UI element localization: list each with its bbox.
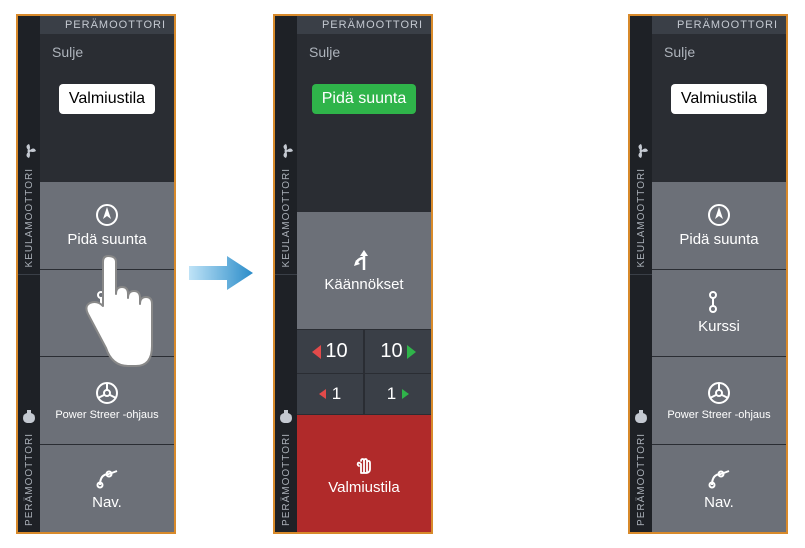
compass-icon	[95, 203, 119, 227]
hand-icon	[352, 451, 376, 475]
panel-2: KEULAMOOTTORI PERÄMOOTTORI PERÄMOOTTORI …	[273, 14, 433, 534]
btn-label: Kurssi	[698, 318, 740, 335]
sidebar-sec-bow[interactable]: KEULAMOOTTORI	[275, 16, 297, 274]
step-left-10-button[interactable]: 10	[297, 329, 363, 373]
panel-header: PERÄMOOTTORI	[652, 16, 786, 34]
sidebar-sec-bow[interactable]: KEULAMOOTTORI	[630, 16, 652, 274]
sidebar-sec-stern[interactable]: PERÄMOOTTORI	[18, 274, 40, 533]
turns-icon	[352, 248, 376, 272]
panel-1: KEULAMOOTTORI PERÄMOOTTORI PERÄMOOTTORI …	[16, 14, 176, 534]
mode-pill: Valmiustila	[59, 84, 155, 114]
btn-label: Power Streer -ohjaus	[55, 409, 158, 421]
sidebar-label-bow: KEULAMOOTTORI	[24, 168, 35, 268]
sidebar-sec-stern[interactable]: PERÄMOOTTORI	[630, 274, 652, 533]
btn-label: K	[102, 318, 112, 335]
btn-label: Nav.	[92, 494, 122, 511]
compass-icon	[707, 203, 731, 227]
triangle-right-icon	[402, 389, 409, 399]
sidebar: KEULAMOOTTORI PERÄMOOTTORI	[275, 16, 297, 532]
triangle-right-icon	[407, 345, 416, 359]
turns-button[interactable]: Käännökset	[297, 211, 431, 329]
sidebar: KEULAMOOTTORI PERÄMOOTTORI	[630, 16, 652, 532]
sidebar-label-bow: KEULAMOOTTORI	[281, 168, 292, 268]
sidebar-label-bow: KEULAMOOTTORI	[636, 168, 647, 268]
panel-main: PERÄMOOTTORI Sulje Pidä suunta Käännökse…	[297, 16, 431, 532]
route-icon	[95, 290, 119, 314]
panel-3: KEULAMOOTTORI PERÄMOOTTORI PERÄMOOTTORI …	[628, 14, 788, 534]
mode-pill: Valmiustila	[671, 84, 767, 114]
sidebar-label-stern: PERÄMOOTTORI	[24, 433, 35, 526]
outboard-icon	[633, 408, 649, 427]
panel-header: PERÄMOOTTORI	[297, 16, 431, 34]
sidebar-sec-stern[interactable]: PERÄMOOTTORI	[275, 274, 297, 533]
sidebar-label-stern: PERÄMOOTTORI	[636, 433, 647, 526]
panel-main: PERÄMOOTTORI Sulje Valmiustila Pidä suun…	[40, 16, 174, 532]
btn-label: Pidä suunta	[679, 231, 758, 248]
value: 10	[325, 340, 347, 363]
outboard-icon	[278, 408, 294, 427]
standby-button[interactable]: Valmiustila	[297, 414, 431, 532]
value: 10	[380, 340, 402, 363]
triangle-left-icon	[312, 345, 321, 359]
propeller-icon	[21, 143, 37, 162]
panel-main: PERÄMOOTTORI Sulje Valmiustila Pidä suun…	[652, 16, 786, 532]
arrow-icon	[187, 248, 257, 298]
close-button[interactable]: Sulje	[297, 34, 431, 70]
sidebar-label-stern: PERÄMOOTTORI	[281, 433, 292, 526]
step-right-10-button[interactable]: 10	[365, 329, 431, 373]
btn-label: Power Streer -ohjaus	[667, 409, 770, 421]
hold-heading-button[interactable]: Pidä suunta	[652, 181, 786, 269]
btn-label: Käännökset	[324, 276, 403, 293]
triangle-left-icon	[319, 389, 326, 399]
btn-label: Valmiustila	[328, 479, 399, 496]
sidebar: KEULAMOOTTORI PERÄMOOTTORI	[18, 16, 40, 532]
panel-header: PERÄMOOTTORI	[40, 16, 174, 34]
nav-icon	[95, 466, 119, 490]
value: 1	[387, 384, 396, 404]
mode-pill-active: Pidä suunta	[312, 84, 417, 114]
nav-icon	[707, 466, 731, 490]
course-button[interactable]: Kurssi	[652, 269, 786, 357]
course-button[interactable]: K	[40, 269, 174, 357]
close-button[interactable]: Sulje	[652, 34, 786, 70]
sidebar-sec-bow[interactable]: KEULAMOOTTORI	[18, 16, 40, 274]
outboard-icon	[21, 408, 37, 427]
nav-button[interactable]: Nav.	[40, 444, 174, 532]
value: 1	[332, 384, 341, 404]
hold-heading-button[interactable]: Pidä suunta	[40, 181, 174, 269]
wheel-icon	[707, 381, 731, 405]
route-icon	[707, 290, 731, 314]
nav-button[interactable]: Nav.	[652, 444, 786, 532]
power-steer-button[interactable]: Power Streer -ohjaus	[652, 356, 786, 444]
propeller-icon	[633, 143, 649, 162]
btn-label: Pidä suunta	[67, 231, 146, 248]
wheel-icon	[95, 381, 119, 405]
step-right-1-button[interactable]: 1	[365, 373, 431, 414]
power-steer-button[interactable]: Power Streer -ohjaus	[40, 356, 174, 444]
propeller-icon	[278, 143, 294, 162]
btn-label: Nav.	[704, 494, 734, 511]
step-left-1-button[interactable]: 1	[297, 373, 363, 414]
close-button[interactable]: Sulje	[40, 34, 174, 70]
